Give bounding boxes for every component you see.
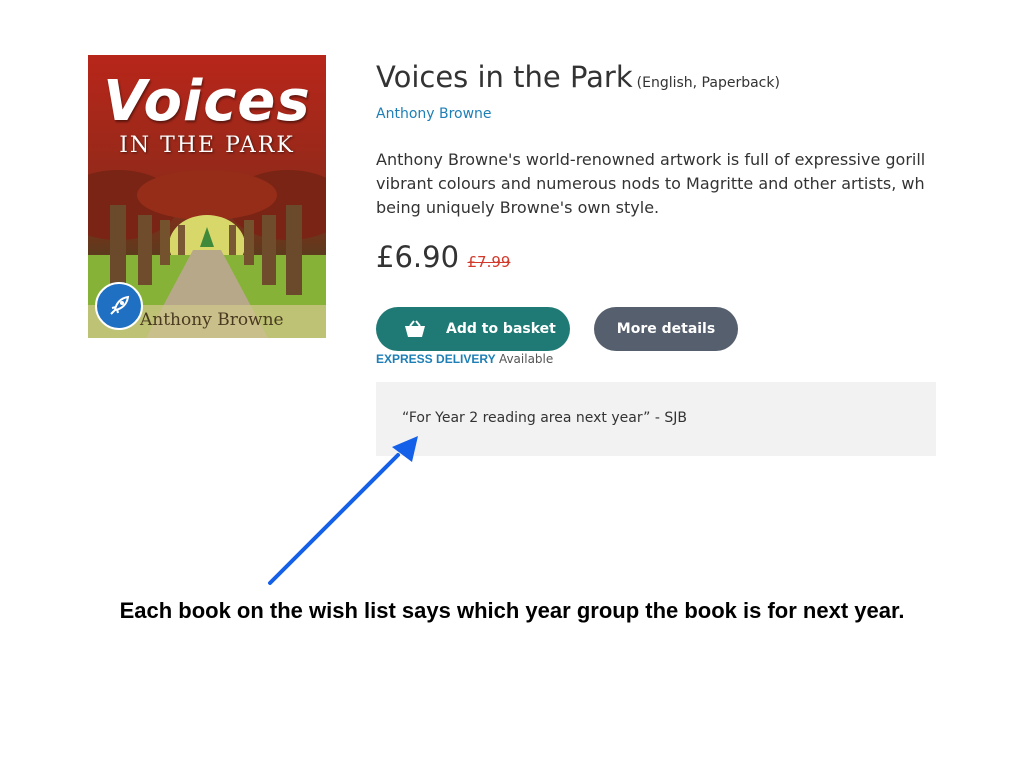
annotation-caption: Each book on the wish list says which ye… xyxy=(119,598,905,623)
annotation-arrow-icon xyxy=(268,436,418,585)
